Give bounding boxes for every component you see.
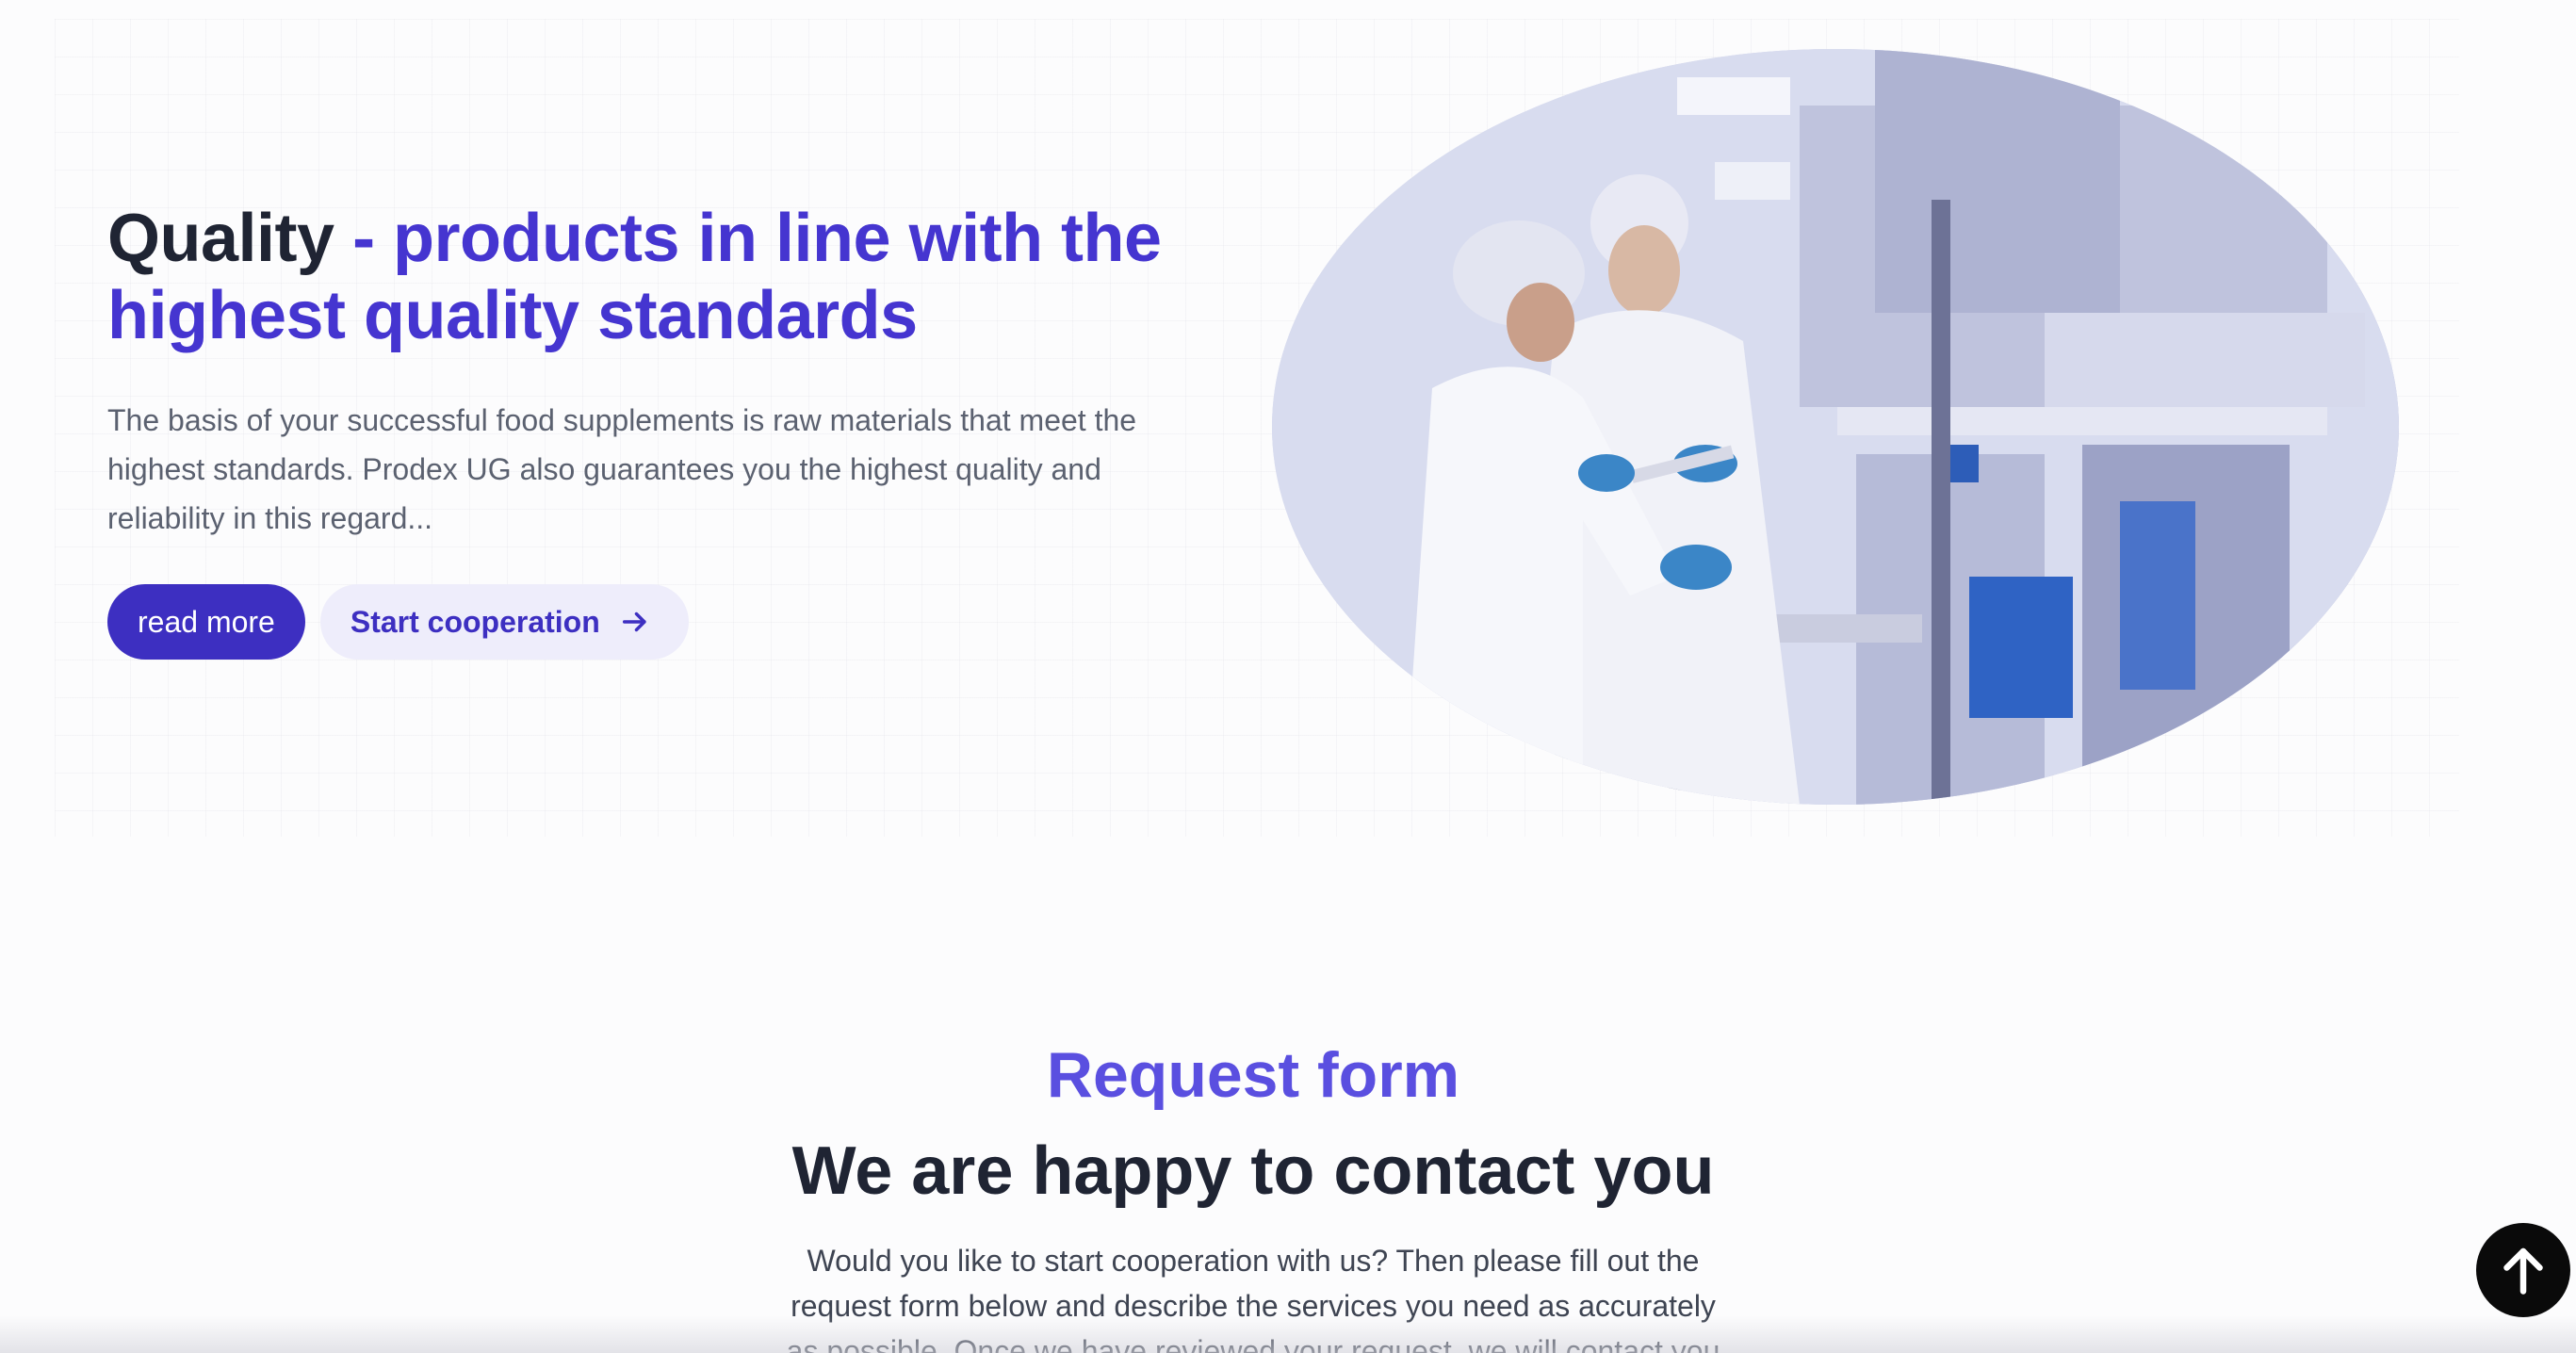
request-form-title: We are happy to contact you <box>791 1133 1715 1209</box>
arrow-up-icon <box>2503 1247 2543 1295</box>
hero-description: The basis of your successful food supple… <box>107 403 1137 535</box>
read-more-button[interactable]: read more <box>107 584 305 660</box>
hero-laboratory-image <box>1272 49 2399 805</box>
bottom-fade-overlay <box>0 1315 2576 1353</box>
hero-title: Quality - products in line with the high… <box>107 200 1219 354</box>
hero-title-lead: Quality <box>107 201 334 276</box>
arrow-right-icon <box>622 611 646 632</box>
request-form-section: Request form We are happy to contact you… <box>0 1036 2506 1353</box>
request-form-eyebrow: Request form <box>1046 1039 1460 1111</box>
start-cooperation-button[interactable]: Start cooperation <box>319 584 689 660</box>
start-cooperation-label: Start cooperation <box>350 604 600 639</box>
hero-actions: read more Start cooperation <box>107 584 1219 660</box>
scroll-to-top-button[interactable] <box>2476 1223 2570 1317</box>
page: Quality - products in line with the high… <box>0 0 2576 1353</box>
hero-section: Quality - products in line with the high… <box>107 200 1219 660</box>
